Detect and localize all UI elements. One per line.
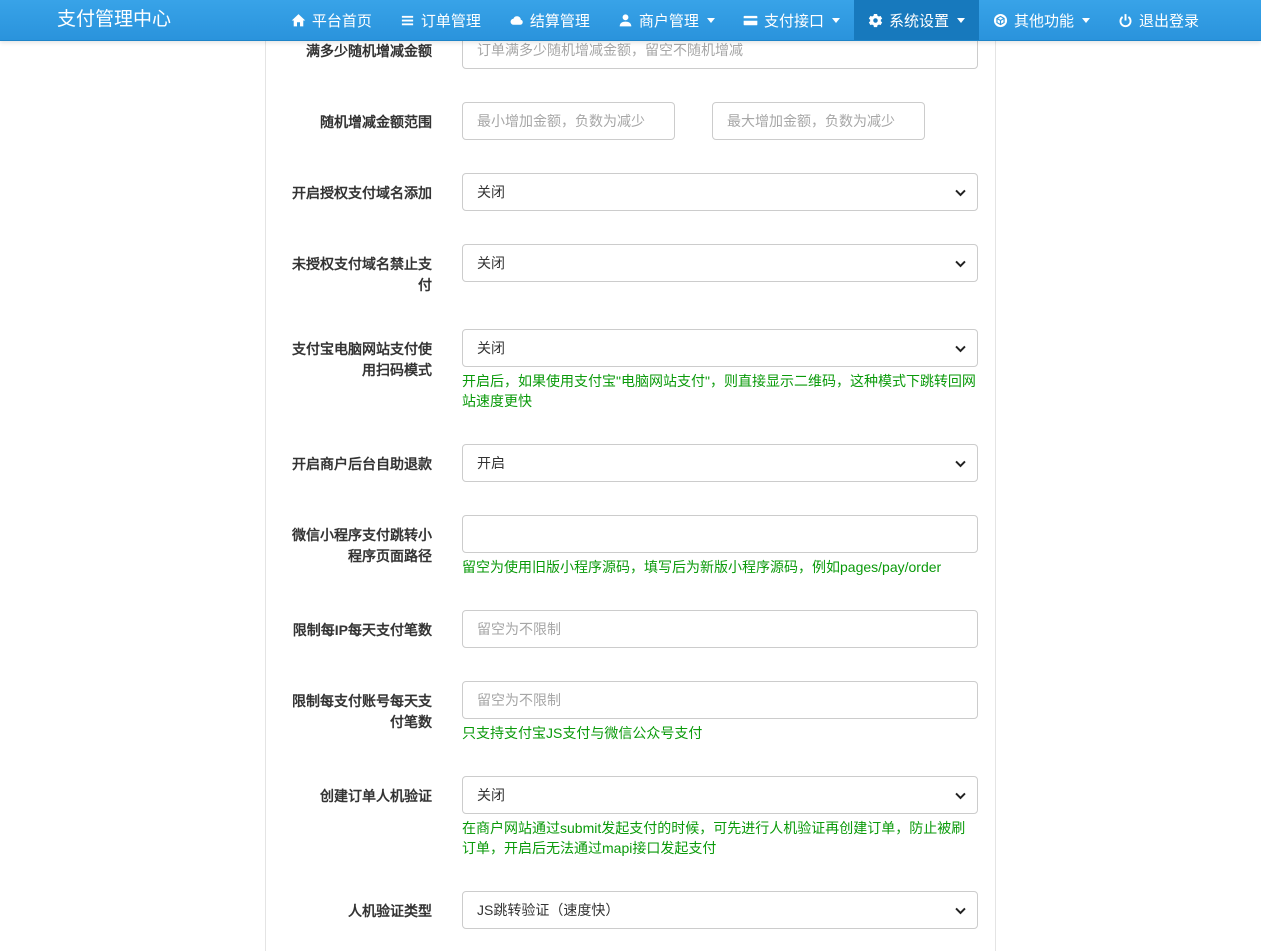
nav-item-other-functions[interactable]: 其他功能 xyxy=(979,0,1104,40)
field-help-text: 在商户网站通过submit发起支付的时候，可先进行人机验证再创建订单，防止被刷订… xyxy=(462,820,966,856)
home-icon xyxy=(291,13,306,28)
nav-item-label: 系统设置 xyxy=(888,12,949,30)
field-help-text: 只支持支付宝JS支付与微信公众号支付 xyxy=(462,725,703,741)
field-label: 开启授权支付域名添加 xyxy=(292,185,432,201)
field-label: 随机增减金额范围 xyxy=(320,114,432,130)
field-help-text: 留空为使用旧版小程序源码，填写后为新版小程序源码，例如pages/pay/ord… xyxy=(462,559,942,575)
create-order-captcha-select[interactable]: 关闭 xyxy=(462,776,978,814)
form-field-row: 限制每IP每天支付笔数 xyxy=(266,610,995,648)
form-field-row: 开启授权支付域名添加 关闭 xyxy=(266,173,995,211)
nav-item-order-management[interactable]: 订单管理 xyxy=(386,0,495,40)
nav-item-logout[interactable]: 退出登录 xyxy=(1104,0,1213,40)
field-label: 创建订单人机验证 xyxy=(320,788,432,804)
chevron-down-icon xyxy=(1081,17,1090,23)
nav-menu: 平台首页 订单管理 结算管理 商户管理 支付接口 系统设置 其他功能 退出登录 xyxy=(277,0,1213,40)
form-field-row: 未授权支付域名禁止支付 关闭 xyxy=(266,244,995,296)
field-label: 支付宝电脑网站支付使用扫码模式 xyxy=(292,341,432,378)
unauth-domain-block-select[interactable]: 关闭 xyxy=(462,244,978,282)
nav-item-settlement-management[interactable]: 结算管理 xyxy=(495,0,604,40)
nav-item-label: 结算管理 xyxy=(529,12,590,30)
nav-item-label: 支付接口 xyxy=(763,12,824,30)
chevron-down-icon xyxy=(706,17,715,23)
nav-item-label: 订单管理 xyxy=(420,12,481,30)
captcha-type-select[interactable]: JS跳转验证（速度快） xyxy=(462,891,978,929)
chevron-down-icon xyxy=(956,17,965,23)
field-label: 限制每支付账号每天支付笔数 xyxy=(292,693,432,730)
form-field-row: 随机增减金额范围 xyxy=(266,102,995,140)
cube-icon xyxy=(993,13,1008,28)
settings-form-panel: 满多少随机增减金额 随机增减金额范围 开启授权支付域名添加 关闭 xyxy=(265,0,996,951)
nav-item-payment-interface[interactable]: 支付接口 xyxy=(729,0,854,40)
nav-item-system-settings[interactable]: 系统设置 xyxy=(853,0,979,40)
top-navbar: 支付管理中心 平台首页 订单管理 结算管理 商户管理 支付接口 系统设置 其他功… xyxy=(0,0,1261,41)
merchant-self-refund-select[interactable]: 开启 xyxy=(462,444,978,482)
wxmini-page-path-input[interactable] xyxy=(462,515,978,553)
nav-item-label: 平台首页 xyxy=(311,12,372,30)
field-label: 限制每IP每天支付笔数 xyxy=(292,622,432,638)
form-field-row: 限制每支付账号每天支付笔数 只支持支付宝JS支付与微信公众号支付 xyxy=(266,681,995,743)
gear-icon xyxy=(868,13,883,28)
account-daily-limit-input[interactable] xyxy=(462,681,978,719)
list-icon xyxy=(400,13,415,28)
form-field-row: 开启商户后台自助退款 开启 xyxy=(266,444,995,482)
nav-item-label: 商户管理 xyxy=(638,12,699,30)
credit-card-icon xyxy=(743,13,758,28)
field-label: 开启商户后台自助退款 xyxy=(292,456,432,472)
alipay-pc-qrmode-select[interactable]: 关闭 xyxy=(462,329,978,367)
form-field-row: 创建订单人机验证 关闭 在商户网站通过submit发起支付的时候，可先进行人机验… xyxy=(266,776,995,858)
form-field-row: 微信小程序支付跳转小程序页面路径 留空为使用旧版小程序源码，填写后为新版小程序源… xyxy=(266,515,995,577)
form-field-row: 支付宝电脑网站支付使用扫码模式 关闭 开启后，如果使用支付宝"电脑网站支付"，则… xyxy=(266,329,995,411)
cloud-icon xyxy=(509,13,524,28)
field-label: 未授权支付域名禁止支付 xyxy=(292,256,432,293)
chevron-down-icon xyxy=(831,17,840,23)
brand-title[interactable]: 支付管理中心 xyxy=(0,0,171,40)
power-icon xyxy=(1118,13,1133,28)
field-label: 微信小程序支付跳转小程序页面路径 xyxy=(292,527,432,564)
field-label: 人机验证类型 xyxy=(348,903,432,919)
ip-daily-limit-input[interactable] xyxy=(462,610,978,648)
auth-domain-add-select[interactable]: 关闭 xyxy=(462,173,978,211)
random-range-min-input[interactable] xyxy=(462,102,675,140)
field-help-text: 开启后，如果使用支付宝"电脑网站支付"，则直接显示二维码，这种模式下跳转回网站速… xyxy=(462,373,976,409)
nav-item-label: 退出登录 xyxy=(1138,12,1199,30)
random-range-max-input[interactable] xyxy=(712,102,925,140)
nav-item-platform-home[interactable]: 平台首页 xyxy=(277,0,386,40)
nav-item-merchant-management[interactable]: 商户管理 xyxy=(604,0,729,40)
nav-item-label: 其他功能 xyxy=(1013,12,1074,30)
form-field-row: 人机验证类型 JS跳转验证（速度快） xyxy=(266,891,995,929)
user-icon xyxy=(618,13,633,28)
